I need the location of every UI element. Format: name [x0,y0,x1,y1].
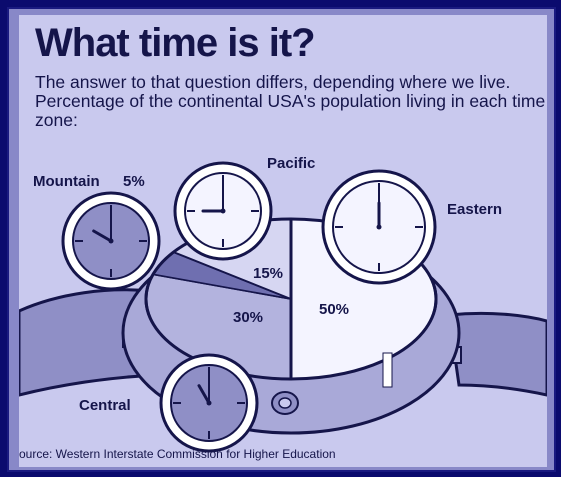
zone-label-pacific: Pacific [267,155,316,172]
clock-pacific [173,161,273,261]
pct-label-pacific: 15% [253,265,284,282]
clock-eastern [321,169,437,285]
zone-label-eastern: Eastern [447,201,503,218]
outer-frame: What time is it? The answer to that ques… [7,7,556,472]
infographic-panel: What time is it? The answer to that ques… [19,15,547,467]
watch-band-right [447,311,547,397]
pct-label-mountain: 5% [123,173,145,190]
zone-label-central: Central [79,397,131,414]
source-note: ource: Western Interstate Commission for… [19,447,336,461]
clock-central [159,353,259,453]
clock-mountain [61,191,161,291]
pct-label-central: 30% [233,309,264,326]
zone-label-mountain: Mountain [33,173,100,190]
crown-knob [271,391,299,415]
case-marker [382,352,393,388]
pct-label-eastern: 50% [319,301,350,318]
